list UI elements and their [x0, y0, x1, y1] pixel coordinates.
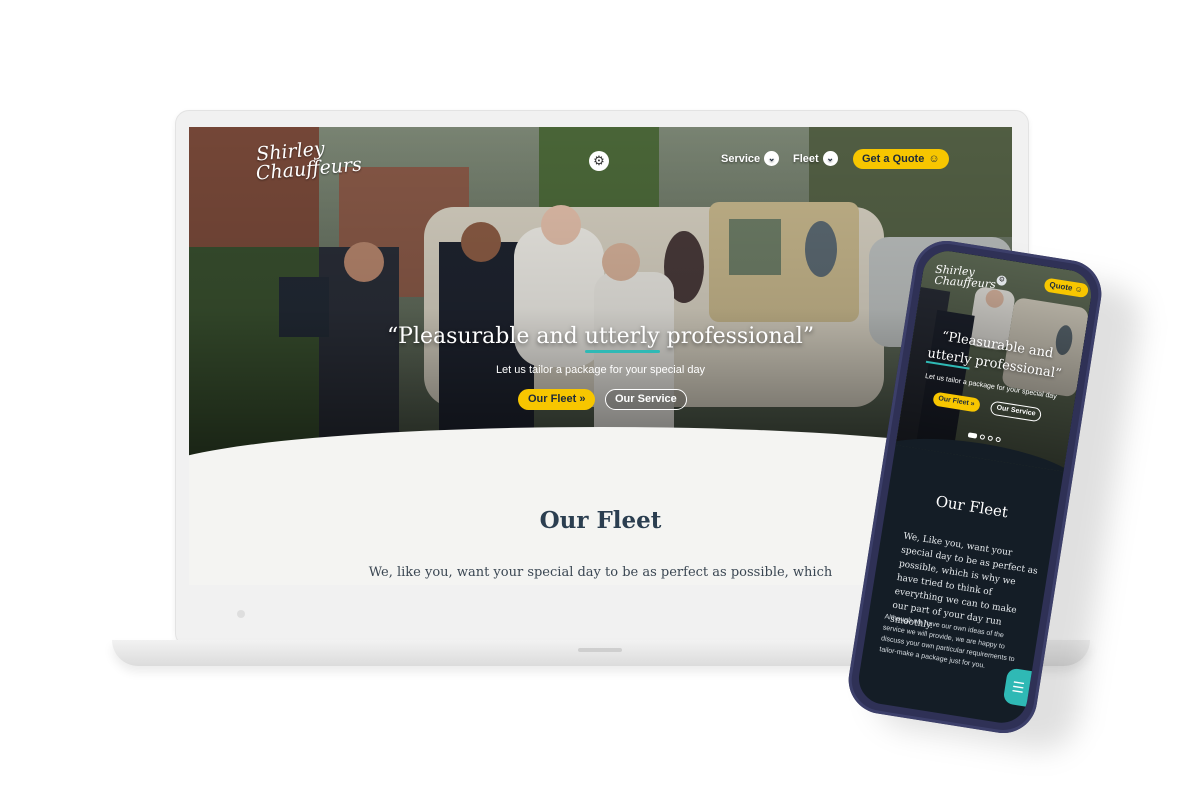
mobile-carousel-dot-4[interactable] [995, 436, 1002, 443]
mobile-quote-label: Quote [1048, 280, 1074, 293]
our-fleet-label: Our Fleet [528, 393, 577, 405]
nav-service[interactable]: Service ⌄ [721, 151, 780, 166]
hero-headline: “Pleasurable and utterly professional” [189, 324, 1012, 349]
gear-icon[interactable]: ⚙ [589, 151, 609, 171]
headline-part-1: “Pleasurable and [386, 324, 578, 349]
hamburger-icon[interactable]: ☰ [1002, 667, 1034, 708]
mobile-hero-banner: Shirley Chauffeurs ⚙ Quote ☺ “Pleasurabl… [895, 247, 1095, 472]
double-chevron-down-icon: » [579, 393, 586, 405]
mobile-section-title: Our Fleet [934, 492, 1010, 522]
our-fleet-button[interactable]: Our Fleet » [518, 389, 596, 410]
chat-icon: ☺ [928, 153, 940, 165]
headline-highlight: utterly [584, 324, 660, 349]
nav-service-label: Service [721, 152, 761, 165]
chevron-down-icon: ⌄ [822, 151, 838, 166]
our-service-button[interactable]: Our Service [605, 389, 687, 410]
headline-part-2: professional” [666, 324, 815, 349]
get-quote-button[interactable]: Get a Quote ☺ [853, 149, 949, 169]
nav-fleet[interactable]: Fleet ⌄ [793, 151, 838, 166]
laptop-base-notch [578, 648, 622, 652]
mobile-site-logo[interactable]: Shirley Chauffeurs [934, 263, 997, 291]
hero-banner: Shirley Chauffeurs ⚙ Service ⌄ Fleet ⌄ G… [189, 127, 1012, 457]
mobile-our-fleet-label: Our Fleet [937, 395, 970, 407]
chat-icon: ☺ [1073, 284, 1084, 295]
mobile-carousel-dot-2[interactable] [979, 434, 986, 440]
nav-fleet-label: Fleet [793, 152, 819, 165]
hero-subtitle: Let us tailor a package for your special… [495, 364, 706, 376]
mobile-carousel-dot-3[interactable] [987, 435, 994, 442]
double-chevron-down-icon: » [970, 400, 976, 408]
laptop-camera-dot [237, 610, 245, 618]
site-logo[interactable]: Shirley Chauffeurs [255, 137, 363, 185]
chevron-down-icon: ⌄ [764, 151, 780, 166]
get-quote-label: Get a Quote [862, 153, 925, 165]
